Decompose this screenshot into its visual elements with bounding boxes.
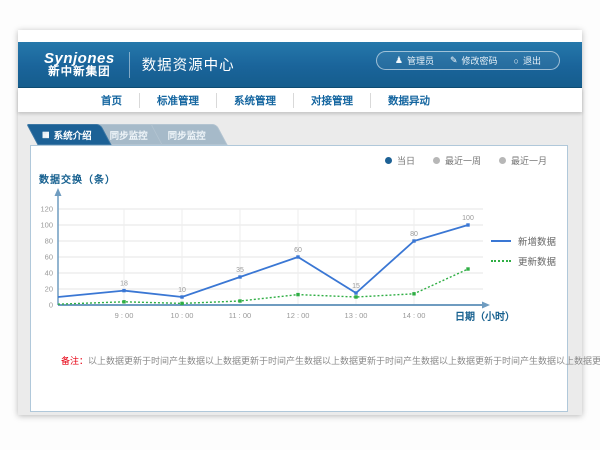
- nav-item-data-change[interactable]: 数据异动: [370, 93, 447, 108]
- nav-item-system-management[interactable]: 系统管理: [216, 93, 293, 108]
- main-nav: 首页 标准管理 系统管理 对接管理 数据异动: [18, 88, 582, 112]
- app-title: 数据资源中心: [142, 54, 235, 75]
- footnote-text: 以上数据更新于时间产生数据以上数据更新于时间产生数据以上数据更新于时间产生数据以…: [88, 356, 600, 366]
- nav-item-standard-management[interactable]: 标准管理: [139, 93, 216, 108]
- legend-item-new-data[interactable]: 新增数据: [491, 231, 556, 251]
- svg-text:100: 100: [40, 221, 53, 230]
- radio-today[interactable]: 当日: [385, 154, 415, 167]
- chart-legend: 新增数据 更新数据: [491, 231, 556, 271]
- svg-text:60: 60: [294, 247, 302, 254]
- svg-text:11 : 00: 11 : 00: [229, 311, 251, 320]
- svg-text:14 : 00: 14 : 00: [403, 311, 426, 320]
- radio-last-week-label: 最近一周: [445, 154, 481, 167]
- line-chart: 0 20 40 60 80 100 120 9 : 00 10 : 00 11 : 00 12 : …: [31, 184, 501, 334]
- tab-bar: ▦ 系统介绍 同步监控 同步监控: [32, 124, 214, 145]
- tab-system-intro-label: 系统介绍: [54, 128, 92, 142]
- logout-icon: ○: [514, 56, 519, 66]
- radio-last-month-label: 最近一月: [511, 154, 547, 167]
- x-axis-title: 日期（小时）: [455, 308, 515, 323]
- header-divider: [129, 52, 130, 78]
- solid-line-icon: [491, 240, 511, 242]
- footnote: 备注：以上数据更新于时间产生数据以上数据更新于时间产生数据以上数据更新于时间产生…: [61, 354, 600, 367]
- tab-sync-monitor-1-label: 同步监控: [110, 128, 148, 142]
- window-top-strip: [18, 30, 582, 42]
- legend-item-update-data[interactable]: 更新数据: [491, 251, 556, 271]
- tab-sync-monitor-2-label: 同步监控: [168, 128, 206, 142]
- radio-dot-icon: [499, 157, 506, 164]
- company-logo: Synjones 新中新集团: [44, 51, 115, 79]
- radio-last-week[interactable]: 最近一周: [433, 154, 481, 167]
- legend-update-data-label: 更新数据: [518, 254, 556, 268]
- svg-text:80: 80: [410, 231, 418, 238]
- user-menu-change-password-label: 修改密码: [462, 54, 498, 67]
- svg-text:15: 15: [352, 283, 360, 290]
- nav-item-interface-management[interactable]: 对接管理: [293, 93, 370, 108]
- legend-new-data-label: 新增数据: [518, 234, 556, 248]
- tab-system-intro[interactable]: ▦ 系统介绍: [32, 124, 106, 145]
- svg-text:20: 20: [45, 285, 53, 294]
- svg-text:10 : 00: 10 : 00: [171, 311, 194, 320]
- svg-text:35: 35: [236, 267, 244, 274]
- svg-text:40: 40: [45, 269, 53, 278]
- app-window: Synjones 新中新集团 数据资源中心 ♟ 管理员 ✎ 修改密码 ○ 退出 …: [18, 30, 582, 415]
- user-menu-admin-label: 管理员: [407, 54, 434, 67]
- edit-icon: ✎: [450, 55, 458, 66]
- svg-text:12 : 00: 12 : 00: [287, 311, 310, 320]
- nav-item-home[interactable]: 首页: [84, 93, 139, 108]
- radio-today-label: 当日: [397, 154, 415, 167]
- form-icon: ▦: [42, 130, 50, 139]
- svg-text:9 : 00: 9 : 00: [115, 311, 134, 320]
- radio-last-month[interactable]: 最近一月: [499, 154, 547, 167]
- svg-text:13 : 00: 13 : 00: [345, 311, 368, 320]
- content-area: ▦ 系统介绍 同步监控 同步监控 当日: [18, 112, 582, 415]
- logo-brand-text: Synjones: [44, 51, 115, 67]
- user-menu: ♟ 管理员 ✎ 修改密码 ○ 退出: [376, 51, 560, 70]
- svg-text:10: 10: [178, 287, 186, 294]
- svg-text:0: 0: [49, 301, 53, 310]
- dotted-line-icon: [491, 260, 511, 262]
- tab-sync-monitor-2[interactable]: 同步监控: [156, 124, 222, 145]
- radio-dot-icon: [385, 157, 392, 164]
- user-menu-logout[interactable]: ○ 退出: [506, 54, 549, 67]
- svg-text:60: 60: [45, 253, 53, 262]
- time-range-filter: 当日 最近一周 最近一月: [367, 154, 547, 167]
- user-menu-logout-label: 退出: [523, 54, 541, 67]
- logo-company-name: 新中新集团: [44, 66, 115, 78]
- footnote-prefix: 备注：: [61, 356, 88, 366]
- chart-panel: 当日 最近一周 最近一月 数据交换（条） 0204060801001209 : …: [30, 145, 568, 412]
- radio-dot-icon: [433, 157, 440, 164]
- app-header: Synjones 新中新集团 数据资源中心 ♟ 管理员 ✎ 修改密码 ○ 退出: [18, 42, 582, 88]
- svg-text:18: 18: [120, 281, 128, 288]
- user-menu-admin[interactable]: ♟ 管理员: [387, 54, 442, 67]
- svg-text:120: 120: [40, 205, 53, 214]
- user-icon: ♟: [395, 55, 403, 66]
- svg-text:100: 100: [462, 215, 474, 222]
- svg-text:80: 80: [45, 237, 53, 246]
- user-menu-change-password[interactable]: ✎ 修改密码: [442, 54, 506, 67]
